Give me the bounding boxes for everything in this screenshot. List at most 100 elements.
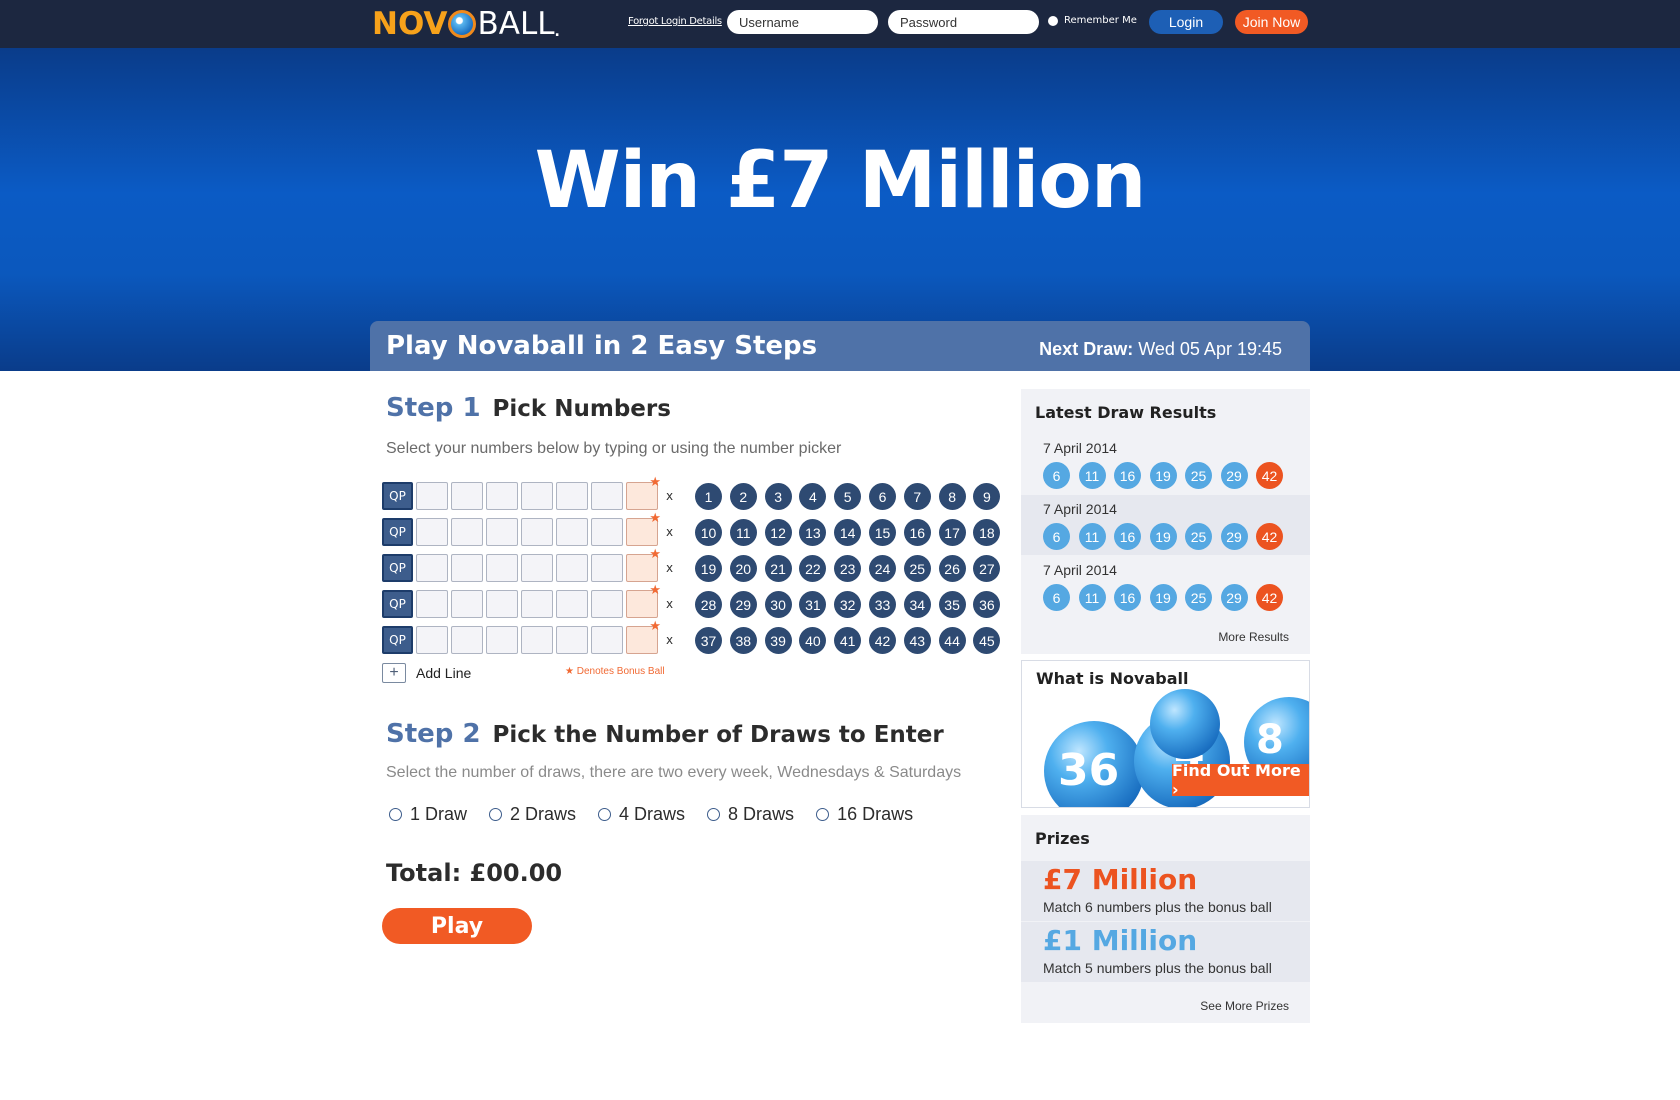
picker-number-ball[interactable]: 6: [869, 483, 896, 510]
picker-number-ball[interactable]: 26: [938, 555, 966, 582]
remember-me[interactable]: Remember Me: [1048, 15, 1137, 26]
draw-option[interactable]: 2 Draws: [489, 804, 576, 825]
quick-pick-button[interactable]: QP: [382, 626, 413, 654]
play-button[interactable]: Play: [382, 908, 532, 944]
draw-option[interactable]: 8 Draws: [707, 804, 794, 825]
picker-number-ball[interactable]: 11: [729, 519, 757, 546]
clear-line-icon[interactable]: x: [666, 561, 673, 575]
clear-line-icon[interactable]: x: [666, 525, 673, 539]
number-input[interactable]: [556, 482, 588, 510]
picker-number-ball[interactable]: 7: [903, 483, 931, 510]
number-input[interactable]: [521, 518, 553, 546]
number-input[interactable]: [486, 626, 518, 654]
picker-number-ball[interactable]: 3: [764, 483, 792, 510]
remember-me-checkbox[interactable]: [1048, 15, 1058, 26]
draw-option[interactable]: 4 Draws: [598, 804, 685, 825]
picker-number-ball[interactable]: 33: [869, 591, 896, 618]
bonus-ball-input[interactable]: ★: [626, 476, 661, 510]
picker-number-ball[interactable]: 2: [729, 483, 757, 510]
picker-number-ball[interactable]: 40: [799, 627, 827, 654]
picker-number-ball[interactable]: 36: [973, 591, 1001, 618]
quick-pick-button[interactable]: QP: [382, 518, 413, 546]
what-is-novaball[interactable]: What is Novaball 36 4 8 Find Out More ›: [1021, 660, 1310, 808]
picker-number-ball[interactable]: 22: [799, 555, 827, 582]
login-button[interactable]: Login: [1149, 10, 1223, 34]
number-input[interactable]: [451, 626, 483, 654]
number-input[interactable]: [591, 626, 623, 654]
bonus-ball-input[interactable]: ★: [626, 548, 661, 582]
bonus-ball-input[interactable]: ★: [626, 620, 661, 654]
see-more-prizes-link[interactable]: See More Prizes: [1200, 999, 1289, 1013]
number-input[interactable]: [486, 554, 518, 582]
picker-number-ball[interactable]: 38: [729, 627, 757, 654]
number-input[interactable]: [416, 518, 448, 546]
picker-number-ball[interactable]: 42: [869, 627, 896, 654]
picker-number-ball[interactable]: 4: [799, 483, 827, 510]
radio-button[interactable]: [489, 808, 503, 821]
picker-number-ball[interactable]: 19: [695, 555, 722, 582]
clear-line-icon[interactable]: x: [666, 597, 673, 611]
number-input[interactable]: [591, 590, 623, 618]
draw-option[interactable]: 1 Draw: [389, 804, 467, 825]
picker-number-ball[interactable]: 17: [938, 519, 966, 546]
number-input[interactable]: [521, 626, 553, 654]
number-input[interactable]: [451, 590, 483, 618]
number-input[interactable]: [416, 482, 448, 510]
number-input[interactable]: [486, 482, 518, 510]
number-input[interactable]: [416, 554, 448, 582]
picker-number-ball[interactable]: 5: [834, 483, 862, 510]
radio-button[interactable]: [707, 808, 721, 821]
forgot-login-link[interactable]: Forgot Login Details: [628, 16, 722, 27]
number-input[interactable]: [416, 626, 448, 654]
number-input[interactable]: [416, 590, 448, 618]
radio-button[interactable]: [816, 808, 830, 821]
picker-number-ball[interactable]: 15: [869, 519, 896, 546]
picker-number-ball[interactable]: 23: [834, 555, 862, 582]
picker-number-ball[interactable]: 31: [799, 591, 827, 618]
clear-line-icon[interactable]: x: [666, 489, 673, 503]
find-out-more-button[interactable]: Find Out More ›: [1172, 761, 1309, 799]
novaball-logo[interactable]: NOV BALL .: [372, 6, 560, 42]
number-input[interactable]: [591, 482, 623, 510]
password-input[interactable]: [888, 10, 1039, 34]
number-input[interactable]: [451, 518, 483, 546]
picker-number-ball[interactable]: 28: [695, 591, 722, 618]
picker-number-ball[interactable]: 18: [973, 519, 1001, 546]
join-now-button[interactable]: Join Now: [1235, 10, 1308, 34]
number-input[interactable]: [591, 518, 623, 546]
picker-number-ball[interactable]: 27: [973, 555, 1001, 582]
radio-button[interactable]: [389, 808, 402, 821]
picker-number-ball[interactable]: 37: [695, 627, 722, 654]
number-input[interactable]: [591, 554, 623, 582]
picker-number-ball[interactable]: 44: [938, 627, 966, 654]
picker-number-ball[interactable]: 14: [834, 519, 862, 546]
picker-number-ball[interactable]: 41: [834, 627, 862, 654]
picker-number-ball[interactable]: 29: [729, 591, 757, 618]
quick-pick-button[interactable]: QP: [382, 482, 413, 510]
picker-number-ball[interactable]: 25: [903, 555, 931, 582]
picker-number-ball[interactable]: 35: [938, 591, 966, 618]
number-input[interactable]: [521, 554, 553, 582]
picker-number-ball[interactable]: 20: [729, 555, 757, 582]
number-input[interactable]: [556, 626, 588, 654]
quick-pick-button[interactable]: QP: [382, 554, 413, 582]
picker-number-ball[interactable]: 13: [799, 519, 827, 546]
picker-number-ball[interactable]: 12: [764, 519, 792, 546]
username-input[interactable]: [727, 10, 878, 34]
clear-line-icon[interactable]: x: [666, 633, 673, 647]
quick-pick-button[interactable]: QP: [382, 590, 413, 618]
picker-number-ball[interactable]: 24: [869, 555, 896, 582]
radio-button[interactable]: [598, 808, 612, 821]
number-input[interactable]: [451, 554, 483, 582]
bonus-ball-input[interactable]: ★: [626, 584, 661, 618]
number-input[interactable]: [556, 518, 588, 546]
picker-number-ball[interactable]: 45: [973, 627, 1001, 654]
more-results-link[interactable]: More Results: [1218, 630, 1289, 644]
add-line-button[interactable]: + Add Line: [382, 663, 471, 683]
picker-number-ball[interactable]: 8: [938, 483, 966, 510]
picker-number-ball[interactable]: 1: [695, 483, 722, 510]
number-input[interactable]: [486, 590, 518, 618]
number-input[interactable]: [486, 518, 518, 546]
picker-number-ball[interactable]: 43: [903, 627, 931, 654]
number-input[interactable]: [451, 482, 483, 510]
